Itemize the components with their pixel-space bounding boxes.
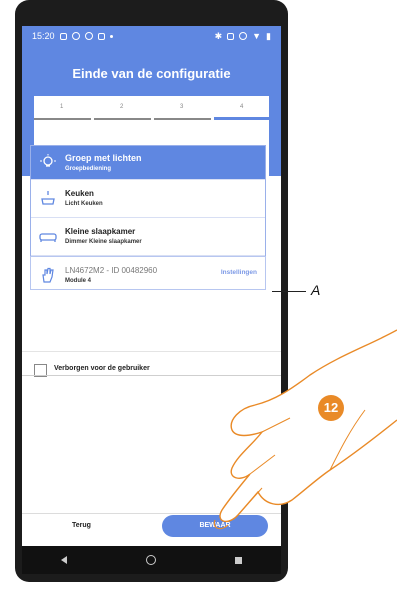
item-subtitle: Dimmer Kleine slaapkamer — [65, 239, 142, 245]
nav-recents-icon[interactable] — [234, 556, 242, 564]
status-bar: 15:20 ✱ ▼ ▮ — [32, 29, 271, 43]
bed-icon — [39, 233, 57, 242]
step-1-bar — [34, 118, 91, 120]
app-screen: 15:20 ✱ ▼ ▮ Einde van de configuratie 1 … — [22, 26, 281, 546]
nav-home-icon[interactable] — [145, 555, 156, 565]
status-time: 15:20 — [32, 31, 55, 41]
divider — [22, 351, 281, 352]
bluetooth-icon: ✱ — [214, 30, 223, 41]
group-row: Groep met lichten Groepbediening — [31, 146, 265, 180]
step-2-label: 2 — [120, 104, 124, 110]
step-2-bar — [94, 118, 151, 120]
settings-link[interactable]: Instellingen — [221, 269, 257, 276]
page-title: Einde van de configuratie — [72, 66, 231, 81]
callout-label: A — [311, 282, 321, 298]
eye-icon — [84, 32, 93, 40]
sync-icon — [71, 32, 80, 40]
gallery-icon — [97, 32, 105, 40]
item-title: Kleine slaapkamer — [65, 227, 136, 236]
hidden-for-user-label: Verborgen voor de gebruiker — [54, 365, 150, 372]
footer-divider — [22, 513, 281, 514]
nav-back-icon[interactable] — [61, 556, 68, 564]
device-subtitle: Module 4 — [65, 278, 92, 284]
step-3-label: 3 — [180, 104, 184, 110]
nfc-icon — [227, 32, 235, 40]
wifi-icon: ▼ — [252, 31, 262, 41]
item-subtitle: Licht Keuken — [65, 201, 103, 207]
dot-icon — [109, 34, 113, 38]
message-icon — [59, 32, 67, 40]
list-item: Keuken Licht Keuken — [31, 180, 265, 218]
step-4-label: 4 — [240, 104, 244, 110]
group-title: Groep met lichten — [65, 153, 142, 163]
step-4-bar — [214, 117, 271, 120]
battery-icon: ▮ — [266, 30, 271, 41]
ceiling-lamp-icon — [41, 191, 55, 205]
step-badge: 12 — [318, 395, 344, 421]
device-row: LN4672M2 - ID 00482960 Module 4 Instelli… — [30, 256, 266, 290]
step-1-label: 1 — [60, 104, 64, 110]
list-item: Kleine slaapkamer Dimmer Kleine slaapkam… — [31, 218, 265, 256]
lightbulb-icon — [40, 154, 56, 167]
group-subtitle: Groepbediening — [65, 166, 112, 172]
device-title: LN4672M2 - ID 00482960 — [65, 266, 158, 275]
back-button[interactable]: Terug — [72, 522, 91, 529]
hand-icon — [42, 267, 54, 283]
group-summary: Groep met lichten Groepbediening Keuken … — [30, 145, 266, 290]
callout-leader-line — [272, 291, 306, 292]
location-icon — [239, 32, 248, 40]
item-title: Keuken — [65, 189, 94, 198]
divider — [22, 375, 281, 376]
system-nav-bar — [22, 546, 281, 574]
save-button[interactable]: BEWAAR — [162, 515, 268, 537]
step-3-bar — [154, 118, 211, 120]
